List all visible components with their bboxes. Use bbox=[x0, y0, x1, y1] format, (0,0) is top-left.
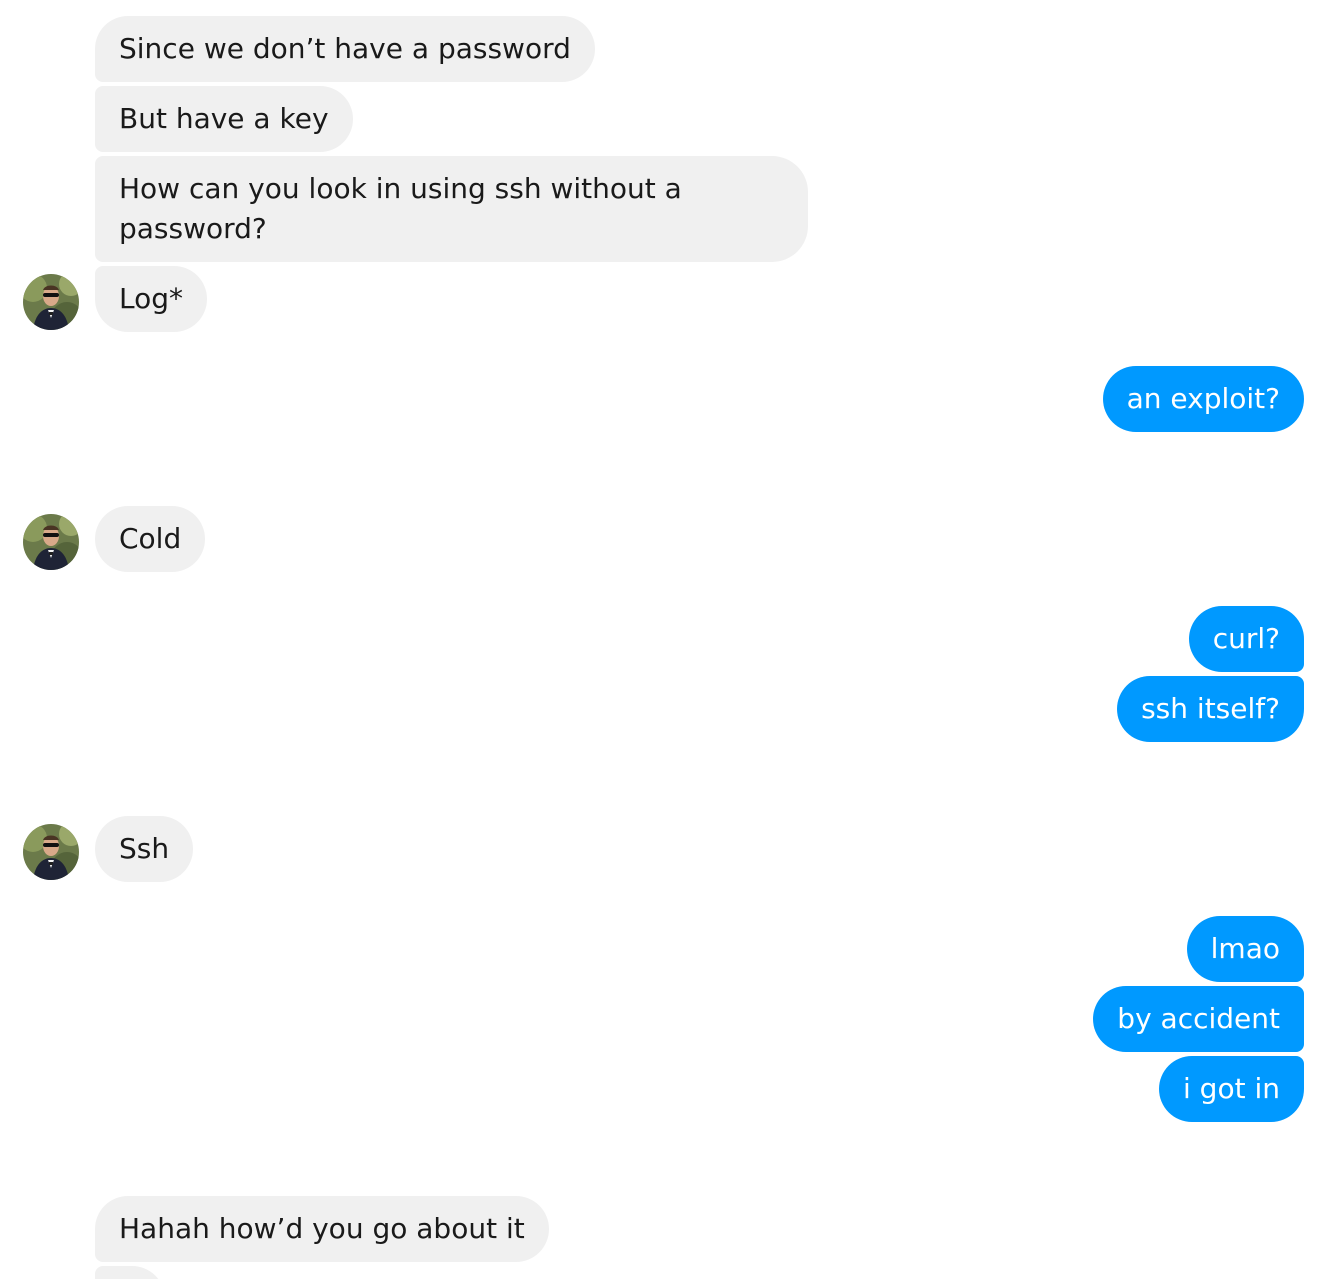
outgoing-message[interactable]: ssh itself? bbox=[1117, 676, 1304, 742]
message-thread: Since we don’t have a password But have … bbox=[0, 0, 1319, 1279]
outgoing-message[interactable]: an exploit? bbox=[1102, 366, 1304, 432]
outgoing-message[interactable]: curl? bbox=[1188, 606, 1304, 672]
incoming-message[interactable]: Since we don’t have a password bbox=[95, 16, 595, 82]
contact-avatar-photo-icon bbox=[23, 514, 79, 570]
incoming-message[interactable]: Hahah how’d you go about it bbox=[95, 1196, 549, 1262]
outgoing-message[interactable]: lmao bbox=[1186, 916, 1304, 982]
contact-avatar[interactable] bbox=[23, 824, 79, 880]
incoming-message-partial[interactable] bbox=[95, 1266, 165, 1279]
incoming-message[interactable]: Log* bbox=[95, 266, 208, 332]
incoming-message[interactable]: But have a key bbox=[95, 86, 353, 152]
contact-avatar[interactable] bbox=[23, 514, 79, 570]
contact-avatar-photo-icon bbox=[23, 824, 79, 880]
outgoing-message[interactable]: by accident bbox=[1093, 986, 1304, 1052]
contact-avatar-photo-icon bbox=[23, 274, 79, 330]
incoming-message[interactable]: Ssh bbox=[95, 816, 194, 882]
incoming-message[interactable]: How can you look in using ssh without a … bbox=[95, 156, 808, 262]
outgoing-message[interactable]: i got in bbox=[1159, 1056, 1304, 1122]
incoming-message[interactable]: Cold bbox=[95, 506, 206, 572]
contact-avatar[interactable] bbox=[23, 274, 79, 330]
